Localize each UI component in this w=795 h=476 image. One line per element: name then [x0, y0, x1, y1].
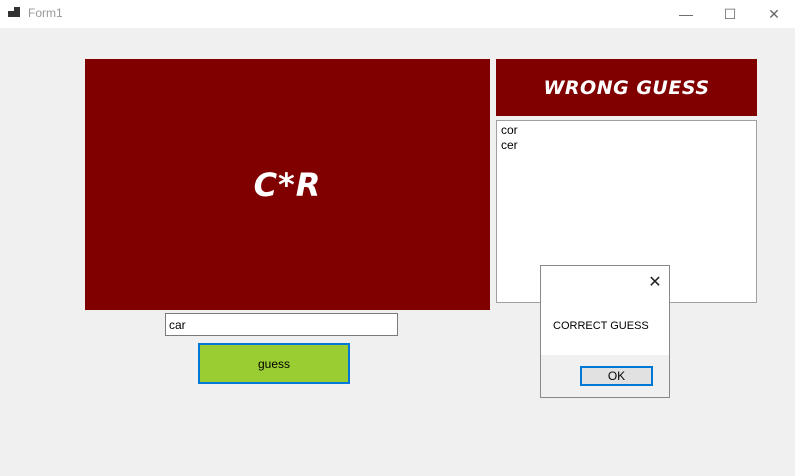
masked-word: C*R	[253, 165, 322, 204]
ok-button[interactable]: OK	[580, 366, 653, 386]
dialog-message: CORRECT GUESS	[553, 320, 649, 332]
wrong-guess-title: WRONG GUESS	[543, 76, 710, 99]
list-item: cor	[501, 123, 518, 137]
minimize-icon[interactable]: —	[663, 0, 709, 28]
maximize-icon[interactable]: ☐	[707, 0, 753, 28]
guess-button-label: guess	[257, 356, 291, 371]
window-title: Form1	[28, 6, 63, 20]
app-icon	[8, 7, 22, 19]
guess-input[interactable]	[165, 313, 398, 336]
title-bar: Form1 — ☐ ✕	[0, 0, 795, 28]
close-icon[interactable]: ✕	[751, 0, 795, 28]
guess-button[interactable]: guess	[198, 343, 350, 384]
close-icon[interactable]: ✕	[645, 272, 665, 292]
message-dialog: ✕ CORRECT GUESS OK	[540, 265, 670, 398]
wrong-guess-header: WRONG GUESS	[496, 59, 757, 116]
list-item: cer	[501, 138, 518, 152]
masked-word-panel: C*R	[85, 59, 490, 310]
